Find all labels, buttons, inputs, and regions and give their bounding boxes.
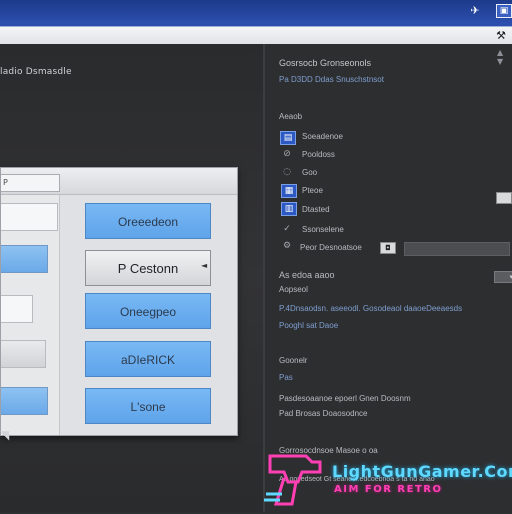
dialog-titlebar: P (1, 168, 237, 195)
watermark-tagline: AIM FOR RETRO (334, 484, 443, 495)
panel-item-label[interactable]: Soeadenoe (302, 132, 343, 141)
panel-item-label[interactable]: Peor Desnoatsoe (300, 243, 362, 252)
settings-icon: ◌ (283, 167, 291, 177)
dialog-button-5[interactable]: L'sone (85, 388, 211, 424)
panel-toggle-button[interactable]: ◘ (380, 242, 396, 254)
grid-icon: ▥ (281, 202, 297, 216)
wrench-icon[interactable]: ⚒ (494, 30, 508, 42)
scroll-arrows-icon[interactable]: ▲ ▼ (497, 48, 507, 74)
panel-header-sub: Pa D3DD Ddas Snuschstnsot (279, 75, 384, 84)
panel-header: Gosrsocb Gronseonols (279, 58, 372, 68)
check-icon: ✓ (283, 224, 291, 234)
panel-item-label[interactable]: Goo (302, 168, 317, 177)
panel-item-label[interactable]: Dtasted (302, 205, 330, 214)
toolbar-strip: ⚒ (0, 26, 512, 45)
dialog-tab[interactable]: P (1, 174, 60, 192)
detail-line: Pooghl sat Daoe (279, 321, 339, 330)
lightgun-logo-icon (262, 448, 326, 510)
title-bar: ✈ ▣ ⚒ (0, 0, 512, 45)
section-label: As edoa aaoo (279, 270, 335, 280)
dialog-button-4[interactable]: aDIeRICK (85, 341, 211, 377)
dialog-left-pane (1, 195, 60, 435)
left-pane-item[interactable] (1, 203, 58, 231)
gear-icon: ⚙ (282, 241, 292, 251)
mouse-cursor-icon: ◥ (0, 428, 10, 442)
detail-line: Pad Brosas Doaosodnce (279, 409, 368, 418)
pin-icon[interactable]: ✈ (468, 5, 482, 17)
value-field[interactable] (404, 242, 510, 256)
search-icon: ⊘ (283, 149, 291, 159)
section-sublabel: Pas (279, 373, 293, 382)
left-pane-item-selected[interactable] (1, 245, 48, 273)
dialog-window: P Oreeedeon P Cestonn Oneegpeo aDIeRICK … (0, 167, 238, 436)
panel-item-label[interactable]: Ssonselene (302, 225, 344, 234)
window-box-icon[interactable]: ▣ (496, 4, 512, 18)
watermark-brand: LightGunGamer.Com (332, 462, 512, 481)
detail-line: Pasdesoaanoe epoerl Gnen Doosnm (279, 394, 411, 403)
panel-item-label[interactable]: Pooldoss (302, 150, 335, 159)
section-label: Goonelr (279, 356, 308, 365)
dialog-button-3[interactable]: Oneegpeo (85, 293, 211, 329)
folder-icon: ▤ (280, 131, 296, 145)
dialog-button-1[interactable]: Oreeedeon (85, 203, 211, 239)
dialog-button-2[interactable]: P Cestonn (85, 250, 211, 286)
detail-line: P.4Dnsaodsn. aseeodl. Gosodeaol daaoeDee… (279, 304, 463, 313)
panel-mini-button[interactable] (496, 192, 512, 204)
section-dropdown[interactable]: ▾ (494, 271, 512, 283)
left-pane-item[interactable] (1, 295, 33, 323)
panel-item-label[interactable]: Pteoe (302, 186, 323, 195)
section-sublabel: Aopseol (279, 285, 308, 294)
image-icon: ▦ (281, 184, 297, 198)
left-pane-item[interactable] (1, 340, 46, 368)
page-subtitle: ladio Dsmasdle (0, 67, 72, 77)
dropdown-arrow-icon[interactable]: ◄ (201, 261, 207, 270)
left-pane-item-selected[interactable] (1, 387, 48, 415)
section-label: Aeaob (279, 112, 303, 121)
